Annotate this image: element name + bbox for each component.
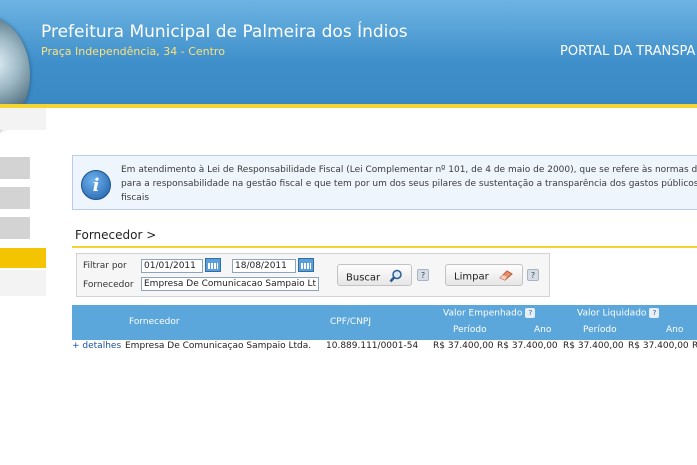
calendar-icon[interactable] xyxy=(298,258,314,272)
info-notice: i Em atendimento à Lei de Responsabilida… xyxy=(72,155,697,210)
search-button-label: Buscar xyxy=(346,272,381,284)
clear-button[interactable]: Limpar xyxy=(445,264,523,286)
site-header: Prefeitura Municipal de Palmeira dos Índ… xyxy=(0,0,697,134)
info-line: fiscais xyxy=(121,193,150,203)
cnpj-cell: 10.889.111/0001-54 xyxy=(326,341,419,351)
sidebar-item-3[interactable] xyxy=(0,217,30,239)
date-from-input[interactable] xyxy=(141,259,203,273)
details-link[interactable]: + detalhes xyxy=(72,341,121,351)
search-button[interactable]: Buscar xyxy=(337,264,413,286)
magnifier-icon xyxy=(389,269,403,286)
col-valor-empenhado-label: Valor Empenhado xyxy=(443,308,523,319)
help-icon[interactable]: ? xyxy=(525,308,536,318)
sidebar-top-panel xyxy=(0,108,46,130)
col-fornecedor: Fornecedor xyxy=(129,317,180,327)
help-icon[interactable]: ? xyxy=(649,308,660,318)
portal-title: PORTAL DA TRANSPA xyxy=(560,44,696,59)
table-header: Fornecedor CPF/CNPJ Valor Empenhado? Val… xyxy=(72,305,697,340)
sidebar-item-active[interactable] xyxy=(0,248,46,268)
col-emp-ano: Ano xyxy=(534,325,552,335)
liq-ano-cell: R$ 37.400,00 xyxy=(628,341,689,351)
col-valor-liquidado-label: Valor Liquidado xyxy=(577,308,647,319)
sidebar-item-4[interactable] xyxy=(0,270,46,296)
extra-cell: R xyxy=(692,341,697,351)
info-line: para a responsabilidade na gestão fiscal… xyxy=(121,179,697,189)
calendar-icon[interactable] xyxy=(205,258,221,272)
col-liq-periodo: Período xyxy=(583,325,617,335)
search-help-icon[interactable]: ? xyxy=(417,269,429,281)
emp-periodo-cell: R$ 37.400,00 xyxy=(433,341,494,351)
sidebar-item-1[interactable] xyxy=(0,157,30,179)
section-divider xyxy=(72,246,697,248)
clear-help-icon[interactable]: ? xyxy=(527,269,539,281)
page-title: Prefeitura Municipal de Palmeira dos Índ… xyxy=(41,22,408,42)
col-valor-empenhado: Valor Empenhado? xyxy=(443,308,536,319)
col-cpf-cnpj: CPF/CNPJ xyxy=(330,317,372,327)
clear-button-label: Limpar xyxy=(454,271,489,283)
section-title: Fornecedor > xyxy=(75,228,157,242)
filter-panel: Filtrar por Fornecedor Buscar ? Limpar ? xyxy=(76,253,550,297)
date-to-input[interactable] xyxy=(232,259,296,273)
filter-label: Filtrar por xyxy=(83,261,127,271)
info-text: Em atendimento à Lei de Responsabilidade… xyxy=(121,163,697,205)
supplier-label: Fornecedor xyxy=(83,280,134,290)
info-line: Em atendimento à Lei de Responsabilidade… xyxy=(121,165,697,175)
liq-periodo-cell: R$ 37.400,00 xyxy=(563,341,624,351)
col-emp-periodo: Período xyxy=(453,325,487,335)
eraser-icon xyxy=(498,269,514,284)
page: Prefeitura Municipal de Palmeira dos Índ… xyxy=(0,0,697,465)
address-text: Praça Independência, 34 - Centro xyxy=(41,45,225,58)
supplier-input[interactable] xyxy=(141,277,319,291)
info-icon: i xyxy=(81,170,111,200)
col-valor-liquidado: Valor Liquidado? xyxy=(577,308,660,319)
col-liq-ano: Ano xyxy=(666,325,684,335)
header-divider xyxy=(0,104,697,108)
emp-ano-cell: R$ 37.400,00 xyxy=(497,341,558,351)
sidebar-item-2[interactable] xyxy=(0,187,30,209)
supplier-cell: Empresa De Comunicaçao Sampaio Ltda. xyxy=(125,341,312,351)
